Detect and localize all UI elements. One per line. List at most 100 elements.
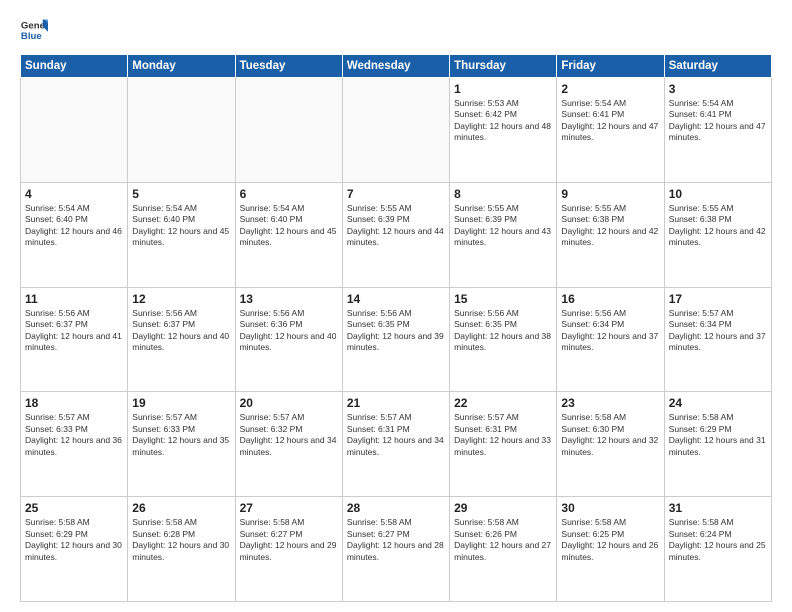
cell-info: Sunrise: 5:57 AM Sunset: 6:33 PM Dayligh… [132, 412, 230, 458]
cell-info: Sunrise: 5:54 AM Sunset: 6:40 PM Dayligh… [240, 203, 338, 249]
cell-info: Sunrise: 5:56 AM Sunset: 6:36 PM Dayligh… [240, 308, 338, 354]
cell-info: Sunrise: 5:58 AM Sunset: 6:30 PM Dayligh… [561, 412, 659, 458]
calendar-cell: 18 Sunrise: 5:57 AM Sunset: 6:33 PM Dayli… [21, 392, 128, 497]
day-number: 1 [454, 82, 552, 96]
week-row-2: 11 Sunrise: 5:56 AM Sunset: 6:37 PM Dayli… [21, 287, 772, 392]
day-number: 9 [561, 187, 659, 201]
week-row-1: 4Sunrise: 5:54 AM Sunset: 6:40 PM Daylig… [21, 182, 772, 287]
cell-info: Sunrise: 5:54 AM Sunset: 6:41 PM Dayligh… [669, 98, 767, 144]
calendar-cell: 9 Sunrise: 5:55 AM Sunset: 6:38 PM Daylig… [557, 182, 664, 287]
day-number: 23 [561, 396, 659, 410]
day-number: 29 [454, 501, 552, 515]
calendar-body: 1Sunrise: 5:53 AM Sunset: 6:42 PM Daylig… [21, 78, 772, 602]
calendar-cell: 19 Sunrise: 5:57 AM Sunset: 6:33 PM Dayli… [128, 392, 235, 497]
cell-info: Sunrise: 5:57 AM Sunset: 6:31 PM Dayligh… [454, 412, 552, 458]
calendar-cell: 15 Sunrise: 5:56 AM Sunset: 6:35 PM Dayli… [450, 287, 557, 392]
day-header-saturday: Saturday [664, 55, 771, 78]
week-row-3: 18 Sunrise: 5:57 AM Sunset: 6:33 PM Dayli… [21, 392, 772, 497]
day-number: 25 [25, 501, 123, 515]
day-number: 30 [561, 501, 659, 515]
day-number: 7 [347, 187, 445, 201]
day-number: 15 [454, 292, 552, 306]
calendar-cell: 29Sunrise: 5:58 AM Sunset: 6:26 PM Dayli… [450, 497, 557, 602]
day-number: 8 [454, 187, 552, 201]
day-number: 20 [240, 396, 338, 410]
cell-info: Sunrise: 5:58 AM Sunset: 6:29 PM Dayligh… [669, 412, 767, 458]
calendar-cell [21, 78, 128, 183]
logo: General Blue [20, 16, 48, 44]
day-number: 27 [240, 501, 338, 515]
calendar-cell: 14 Sunrise: 5:56 AM Sunset: 6:35 PM Dayli… [342, 287, 449, 392]
day-number: 2 [561, 82, 659, 96]
cell-info: Sunrise: 5:54 AM Sunset: 6:40 PM Dayligh… [132, 203, 230, 249]
day-number: 17 [669, 292, 767, 306]
day-number: 14 [347, 292, 445, 306]
cell-info: Sunrise: 5:56 AM Sunset: 6:35 PM Dayligh… [347, 308, 445, 354]
calendar-cell: 13 Sunrise: 5:56 AM Sunset: 6:36 PM Dayli… [235, 287, 342, 392]
calendar-header-row: SundayMondayTuesdayWednesdayThursdayFrid… [21, 55, 772, 78]
page: General Blue SundayMondayTuesdayWednesda… [0, 0, 792, 612]
calendar-cell: 2 Sunrise: 5:54 AM Sunset: 6:41 PM Daylig… [557, 78, 664, 183]
calendar-cell: 26Sunrise: 5:58 AM Sunset: 6:28 PM Dayli… [128, 497, 235, 602]
day-header-friday: Friday [557, 55, 664, 78]
calendar-cell: 27 Sunrise: 5:58 AM Sunset: 6:27 PM Dayli… [235, 497, 342, 602]
calendar-cell: 25 Sunrise: 5:58 AM Sunset: 6:29 PM Dayli… [21, 497, 128, 602]
header: General Blue [20, 16, 772, 44]
week-row-0: 1Sunrise: 5:53 AM Sunset: 6:42 PM Daylig… [21, 78, 772, 183]
cell-info: Sunrise: 5:58 AM Sunset: 6:27 PM Dayligh… [347, 517, 445, 563]
day-number: 19 [132, 396, 230, 410]
day-number: 13 [240, 292, 338, 306]
calendar-cell: 16Sunrise: 5:56 AM Sunset: 6:34 PM Dayli… [557, 287, 664, 392]
calendar-cell: 12 Sunrise: 5:56 AM Sunset: 6:37 PM Dayli… [128, 287, 235, 392]
cell-info: Sunrise: 5:58 AM Sunset: 6:25 PM Dayligh… [561, 517, 659, 563]
calendar-cell: 8 Sunrise: 5:55 AM Sunset: 6:39 PM Daylig… [450, 182, 557, 287]
calendar-table: SundayMondayTuesdayWednesdayThursdayFrid… [20, 54, 772, 602]
day-number: 21 [347, 396, 445, 410]
day-number: 11 [25, 292, 123, 306]
calendar-cell: 24 Sunrise: 5:58 AM Sunset: 6:29 PM Dayli… [664, 392, 771, 497]
calendar-cell: 1Sunrise: 5:53 AM Sunset: 6:42 PM Daylig… [450, 78, 557, 183]
day-number: 31 [669, 501, 767, 515]
cell-info: Sunrise: 5:55 AM Sunset: 6:39 PM Dayligh… [454, 203, 552, 249]
day-number: 28 [347, 501, 445, 515]
cell-info: Sunrise: 5:56 AM Sunset: 6:37 PM Dayligh… [132, 308, 230, 354]
cell-info: Sunrise: 5:58 AM Sunset: 6:24 PM Dayligh… [669, 517, 767, 563]
day-header-tuesday: Tuesday [235, 55, 342, 78]
cell-info: Sunrise: 5:54 AM Sunset: 6:41 PM Dayligh… [561, 98, 659, 144]
day-number: 10 [669, 187, 767, 201]
calendar-cell: 22 Sunrise: 5:57 AM Sunset: 6:31 PM Dayli… [450, 392, 557, 497]
day-header-monday: Monday [128, 55, 235, 78]
calendar-cell: 10 Sunrise: 5:55 AM Sunset: 6:38 PM Dayli… [664, 182, 771, 287]
calendar-cell [235, 78, 342, 183]
calendar-cell: 28 Sunrise: 5:58 AM Sunset: 6:27 PM Dayli… [342, 497, 449, 602]
week-row-4: 25 Sunrise: 5:58 AM Sunset: 6:29 PM Dayli… [21, 497, 772, 602]
day-number: 22 [454, 396, 552, 410]
svg-text:Blue: Blue [21, 31, 42, 42]
day-number: 18 [25, 396, 123, 410]
calendar-cell: 5 Sunrise: 5:54 AM Sunset: 6:40 PM Daylig… [128, 182, 235, 287]
day-number: 26 [132, 501, 230, 515]
cell-info: Sunrise: 5:56 AM Sunset: 6:35 PM Dayligh… [454, 308, 552, 354]
calendar-cell: 20 Sunrise: 5:57 AM Sunset: 6:32 PM Dayli… [235, 392, 342, 497]
day-header-thursday: Thursday [450, 55, 557, 78]
cell-info: Sunrise: 5:55 AM Sunset: 6:38 PM Dayligh… [669, 203, 767, 249]
day-number: 24 [669, 396, 767, 410]
day-number: 6 [240, 187, 338, 201]
calendar-cell [342, 78, 449, 183]
cell-info: Sunrise: 5:57 AM Sunset: 6:32 PM Dayligh… [240, 412, 338, 458]
calendar-cell [128, 78, 235, 183]
day-number: 12 [132, 292, 230, 306]
calendar-cell: 31 Sunrise: 5:58 AM Sunset: 6:24 PM Dayli… [664, 497, 771, 602]
cell-info: Sunrise: 5:57 AM Sunset: 6:34 PM Dayligh… [669, 308, 767, 354]
cell-info: Sunrise: 5:55 AM Sunset: 6:39 PM Dayligh… [347, 203, 445, 249]
cell-info: Sunrise: 5:57 AM Sunset: 6:33 PM Dayligh… [25, 412, 123, 458]
calendar-cell: 4Sunrise: 5:54 AM Sunset: 6:40 PM Daylig… [21, 182, 128, 287]
cell-info: Sunrise: 5:58 AM Sunset: 6:29 PM Dayligh… [25, 517, 123, 563]
calendar-cell: 17 Sunrise: 5:57 AM Sunset: 6:34 PM Dayli… [664, 287, 771, 392]
day-number: 5 [132, 187, 230, 201]
cell-info: Sunrise: 5:57 AM Sunset: 6:31 PM Dayligh… [347, 412, 445, 458]
day-number: 16 [561, 292, 659, 306]
calendar-cell: 7 Sunrise: 5:55 AM Sunset: 6:39 PM Daylig… [342, 182, 449, 287]
cell-info: Sunrise: 5:55 AM Sunset: 6:38 PM Dayligh… [561, 203, 659, 249]
cell-info: Sunrise: 5:58 AM Sunset: 6:27 PM Dayligh… [240, 517, 338, 563]
